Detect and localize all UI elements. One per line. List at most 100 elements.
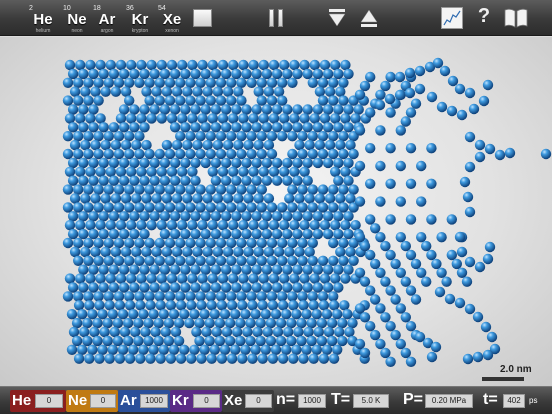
argon-atom: [395, 232, 406, 243]
element-button-argon[interactable]: 18 Ar argon: [92, 2, 122, 34]
argon-atom: [79, 326, 90, 338]
argon-atom: [330, 220, 341, 231]
argon-atom: [344, 326, 355, 338]
argon-atom: [169, 175, 181, 186]
graph-button[interactable]: [438, 4, 466, 32]
chip-value: 1000: [140, 394, 168, 408]
time-readout: t= 402 ps: [483, 390, 549, 412]
element-button-helium[interactable]: 2 He helium: [28, 2, 58, 34]
argon-atom: [129, 282, 140, 293]
argon-atom: [146, 273, 157, 284]
argon-atom: [226, 291, 237, 302]
argon-atom: [220, 175, 232, 186]
argon-atom: [256, 291, 267, 302]
argon-atom: [265, 317, 277, 329]
argon-atom: [299, 273, 310, 284]
argon-atom: [330, 59, 341, 71]
argon-atom: [404, 67, 416, 79]
argon-atom: [314, 86, 326, 97]
argon-atom: [205, 237, 216, 249]
argon-atom: [385, 249, 396, 261]
argon-atom: [149, 157, 160, 169]
argon-atom: [98, 264, 109, 275]
argon-atom: [224, 317, 236, 329]
argon-atom: [154, 148, 165, 160]
argon-atom: [338, 202, 349, 213]
argon-atom: [190, 282, 201, 293]
argon-atom: [459, 176, 471, 188]
info-book-button[interactable]: [502, 4, 530, 32]
argon-atom: [447, 75, 459, 87]
argon-atom: [126, 166, 137, 177]
argon-atom: [380, 80, 391, 92]
argon-atom: [472, 351, 484, 363]
argon-atom: [291, 309, 302, 320]
argon-atom: [314, 139, 326, 151]
argon-atom: [236, 95, 247, 106]
argon-atom: [504, 147, 516, 159]
argon-atom: [308, 300, 319, 311]
argon-atom: [165, 300, 177, 311]
argon-atom: [304, 139, 315, 151]
argon-atom: [265, 335, 277, 347]
argon-atom: [302, 228, 313, 240]
argon-atom: [98, 282, 109, 293]
argon-atom: [136, 166, 147, 177]
argon-atom: [400, 276, 411, 287]
argon-atom: [400, 116, 411, 127]
argon-atom: [66, 344, 78, 355]
argon-atom: [187, 59, 198, 71]
argon-atom: [190, 228, 201, 240]
argon-atom: [158, 309, 169, 320]
stop-button[interactable]: [189, 4, 217, 32]
pause-button[interactable]: [262, 4, 290, 32]
argon-atom: [263, 139, 275, 151]
temperature-readout: T= 5.0 K: [331, 390, 391, 412]
argon-atom: [185, 77, 196, 88]
cool-down-button[interactable]: [323, 4, 351, 32]
element-button-xenon[interactable]: 54 Xe xenon: [157, 2, 187, 34]
argon-atom: [228, 273, 239, 284]
argon-atom: [114, 300, 126, 311]
argon-atom: [129, 104, 140, 115]
argon-atom: [200, 211, 211, 222]
argon-atom: [354, 89, 366, 100]
argon-atom: [190, 264, 201, 275]
argon-atom: [120, 139, 132, 151]
argon-atom: [156, 220, 167, 231]
argon-atom: [118, 157, 130, 169]
argon-atom: [456, 109, 468, 121]
argon-atom: [103, 184, 115, 195]
argon-atom: [338, 131, 349, 142]
status-bar: He 0 Ne 0 Ar 1000 Kr 0 Xe 0 n= 1000 T= 5…: [0, 386, 552, 414]
argon-atom: [248, 273, 259, 284]
element-button-krypton[interactable]: 36 Kr krypton: [125, 2, 155, 34]
argon-atom: [149, 264, 160, 275]
help-button[interactable]: ?: [470, 4, 498, 32]
argon-atom: [226, 300, 238, 311]
argon-atom: [322, 122, 334, 133]
argon-atom: [154, 202, 165, 213]
argon-atom: [220, 264, 232, 275]
argon-atom: [161, 246, 173, 258]
argon-atom: [124, 291, 135, 302]
argon-atom: [131, 246, 142, 258]
argon-atom: [385, 107, 396, 118]
argon-atom: [95, 113, 106, 124]
simulation-scene[interactable]: 2.0 nm: [0, 37, 552, 386]
argon-atom: [186, 300, 197, 311]
heat-up-button[interactable]: [355, 4, 383, 32]
argon-atom: [316, 335, 328, 347]
argon-atom: [195, 95, 206, 106]
argon-atom: [139, 104, 150, 115]
element-button-neon[interactable]: 10 Ne neon: [62, 2, 92, 34]
argon-atom: [108, 264, 120, 275]
argon-atom: [134, 237, 145, 249]
argon-atom: [212, 193, 224, 204]
argon-atom: [350, 220, 361, 231]
argon-atom: [73, 131, 84, 142]
argon-atom: [141, 193, 152, 204]
argon-atom: [191, 326, 202, 338]
argon-atom: [292, 157, 303, 169]
argon-atom: [144, 148, 155, 160]
